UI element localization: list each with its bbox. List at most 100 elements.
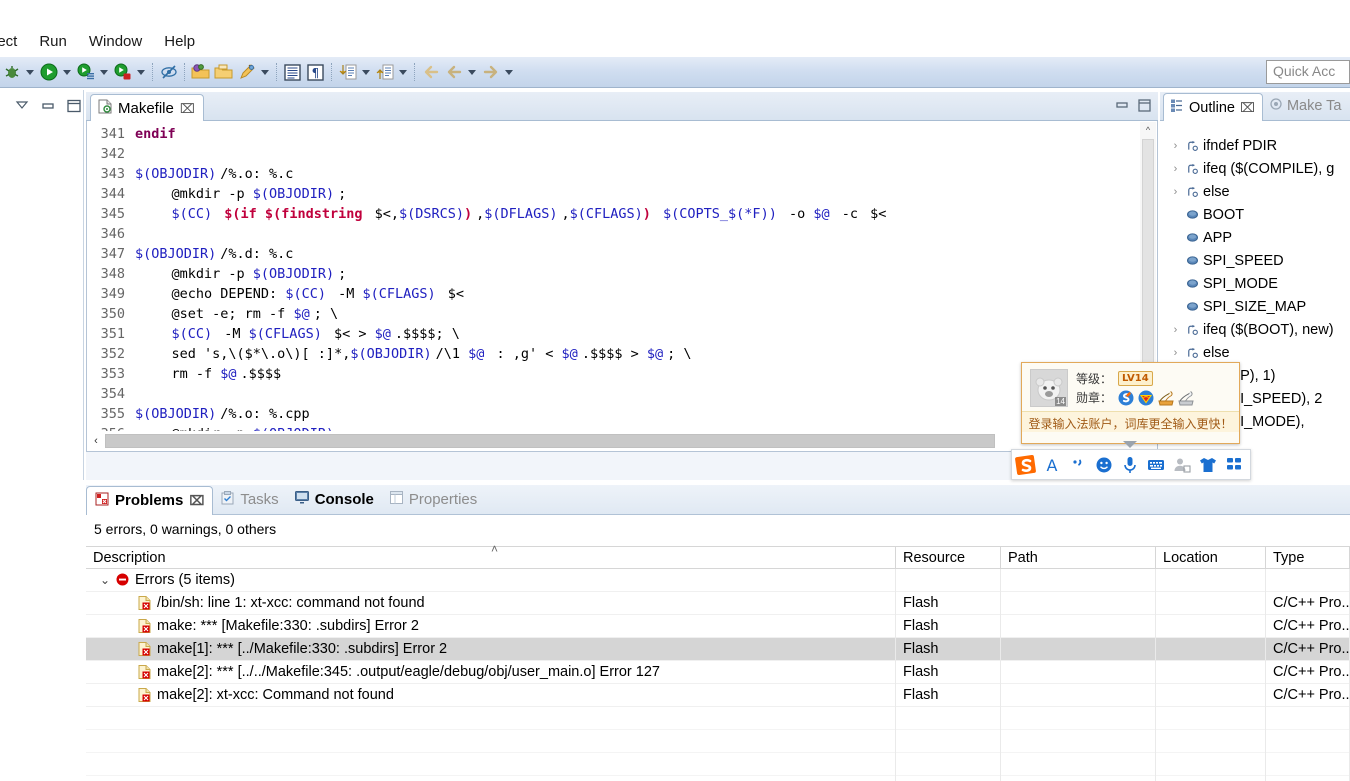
code-text[interactable] bbox=[131, 144, 139, 164]
punctuation-icon[interactable] bbox=[1066, 453, 1090, 477]
editor-horizontal-scrollbar[interactable]: ‹ bbox=[87, 431, 1157, 451]
tab-tasks[interactable]: Tasks bbox=[213, 485, 286, 514]
table-row[interactable]: make[2]: xt-xcc: Command not found Flash C… bbox=[86, 683, 1350, 707]
code-text[interactable]: $(CC) $(if $(findstring $<,$(DSRCS)) ,$(D… bbox=[131, 204, 887, 224]
tab-outline[interactable]: Outline ⌧ bbox=[1163, 93, 1263, 121]
restore-icon[interactable] bbox=[14, 98, 30, 114]
column-header-path[interactable]: Path bbox=[1001, 547, 1156, 568]
code-text[interactable]: @mkdir -p $(OBJODIR); bbox=[131, 264, 347, 284]
code-line[interactable]: 344 @mkdir -p $(OBJODIR); bbox=[87, 184, 1157, 204]
code-line[interactable]: 355 $(OBJODIR)/%.o: %.cpp bbox=[87, 404, 1157, 424]
editor-tab-makefile[interactable]: Makefile ⌧ bbox=[90, 94, 204, 122]
scroll-up-icon[interactable]: ^ bbox=[1140, 122, 1156, 137]
previous-annotation-dropdown-icon[interactable] bbox=[396, 61, 410, 83]
voice-input-icon[interactable] bbox=[1118, 453, 1142, 477]
table-row[interactable]: make[1]: *** [../Makefile:330: .subdirs]… bbox=[86, 637, 1350, 661]
column-header-location[interactable]: Location bbox=[1156, 547, 1266, 568]
minimize-icon[interactable] bbox=[40, 98, 56, 114]
table-row[interactable]: make[2]: *** [../../Makefile:345: .outpu… bbox=[86, 660, 1350, 684]
code-text[interactable]: sed 's,\($*\.o\)[ :]*,$(OBJODIR)/\1 $@ :… bbox=[131, 344, 692, 364]
close-icon[interactable]: ⌧ bbox=[180, 101, 195, 117]
code-line[interactable]: 341 endif bbox=[87, 124, 1157, 144]
code-text[interactable]: @set -e; rm -f $@; \ bbox=[131, 304, 339, 324]
forward-icon[interactable] bbox=[479, 61, 502, 84]
ime-login-hint[interactable]: 登录输入法账户，词库更全输入更快！ bbox=[1022, 411, 1239, 432]
maximize-icon[interactable] bbox=[66, 98, 82, 114]
chevron-right-icon[interactable]: › bbox=[1170, 163, 1181, 175]
column-header-resource[interactable]: Resource bbox=[896, 547, 1001, 568]
debug-icon[interactable] bbox=[74, 61, 97, 84]
close-icon[interactable]: ⌧ bbox=[189, 493, 204, 509]
table-row[interactable]: make: *** [Makefile:330: .subdirs] Error… bbox=[86, 614, 1350, 638]
code-text[interactable]: $(CC) -M $(CFLAGS) $< > $@ .$$$$; \ bbox=[131, 324, 460, 344]
tab-properties[interactable]: Properties bbox=[382, 485, 485, 514]
scroll-left-icon[interactable]: ‹ bbox=[87, 435, 105, 447]
outline-item[interactable]: › else bbox=[1160, 180, 1350, 203]
chinese-english-toggle-icon[interactable]: A bbox=[1040, 453, 1064, 477]
table-row[interactable]: /bin/sh: line 1: xt-xcc: command not fou… bbox=[86, 591, 1350, 615]
code-text[interactable]: $(OBJODIR)/%.o: %.cpp bbox=[131, 404, 310, 424]
editor-minimize-icon[interactable] bbox=[1114, 98, 1129, 112]
code-text[interactable]: $(OBJODIR)/%.d: %.c bbox=[131, 244, 293, 264]
menu-item-window[interactable]: Window bbox=[78, 31, 153, 52]
profile-dropdown-icon[interactable] bbox=[134, 61, 148, 83]
code-line[interactable]: 349 @echo DEPEND: $(CC) -M $(CFLAGS) $< bbox=[87, 284, 1157, 304]
search-pencil-icon[interactable] bbox=[235, 61, 258, 84]
pen-medal-gold-icon[interactable] bbox=[1158, 390, 1174, 406]
outline-item[interactable]: › ifndef PDIR bbox=[1160, 134, 1350, 157]
next-annotation-dropdown-icon[interactable] bbox=[359, 61, 373, 83]
code-line[interactable]: 352 sed 's,\($*\.o\)[ :]*,$(OBJODIR)/\1 … bbox=[87, 344, 1157, 364]
outline-item[interactable]: › ifeq ($(COMPILE), g bbox=[1160, 157, 1350, 180]
open-type-icon[interactable] bbox=[189, 61, 212, 84]
menu-item-run[interactable]: Run bbox=[28, 31, 78, 52]
tab-console[interactable]: Console bbox=[287, 485, 382, 514]
toggle-block-selection-icon[interactable] bbox=[281, 61, 304, 84]
outline-item[interactable]: ›APP bbox=[1160, 226, 1350, 249]
editor-text-area[interactable]: 341 endif 342 343 $(OBJODIR)/%.o: %.c 344 @mk… bbox=[86, 121, 1158, 452]
superman-medal-icon[interactable] bbox=[1138, 390, 1154, 406]
previous-annotation-icon[interactable] bbox=[373, 61, 396, 84]
profile-icon[interactable] bbox=[111, 61, 134, 84]
code-line[interactable]: 354 bbox=[87, 384, 1157, 404]
emoji-icon[interactable] bbox=[1092, 453, 1116, 477]
code-line[interactable]: 348 @mkdir -p $(OBJODIR); bbox=[87, 264, 1157, 284]
chevron-right-icon[interactable]: › bbox=[1170, 186, 1181, 198]
pen-medal-silver-icon[interactable] bbox=[1178, 390, 1194, 406]
build-all-dropdown-icon[interactable] bbox=[23, 61, 37, 83]
menu-item-project[interactable]: ject bbox=[0, 31, 28, 52]
skin-icon[interactable] bbox=[1196, 453, 1220, 477]
code-line[interactable]: 342 bbox=[87, 144, 1157, 164]
table-header-row[interactable]: ˄ Description Resource Path Location Type bbox=[86, 542, 1350, 569]
code-line[interactable]: 351 $(CC) -M $(CFLAGS) $< > $@ .$$$$; \ bbox=[87, 324, 1157, 344]
toolbox-icon[interactable] bbox=[1222, 453, 1246, 477]
back-dropdown-icon[interactable] bbox=[465, 61, 479, 83]
close-icon[interactable]: ⌧ bbox=[1240, 100, 1255, 116]
horizontal-scroll-thumb[interactable] bbox=[105, 434, 995, 448]
code-line[interactable]: 350 @set -e; rm -f $@; \ bbox=[87, 304, 1157, 324]
last-edit-location-icon[interactable] bbox=[419, 61, 442, 84]
code-text[interactable]: endif bbox=[131, 124, 176, 144]
sogou-ime-toolbar[interactable]: A bbox=[1011, 449, 1251, 480]
soft-keyboard-icon[interactable] bbox=[1144, 453, 1168, 477]
code-line[interactable]: 346 bbox=[87, 224, 1157, 244]
chevron-right-icon[interactable]: › bbox=[1170, 324, 1181, 336]
outline-item[interactable]: › else bbox=[1160, 341, 1350, 364]
code-line[interactable]: 347 $(OBJODIR)/%.d: %.c bbox=[87, 244, 1157, 264]
code-text[interactable]: rm -f $@ .$$$$ bbox=[131, 364, 282, 384]
code-line[interactable]: 345 $(CC) $(if $(findstring $<,$(DSRCS))… bbox=[87, 204, 1157, 224]
sogou-ime-account-popup[interactable]: 14 等级： LV14 勋章： 登录输入法账户，词库更全输入更快！ bbox=[1021, 362, 1240, 444]
open-resource-icon[interactable] bbox=[212, 61, 235, 84]
code-text[interactable] bbox=[131, 224, 139, 244]
run-dropdown-icon[interactable] bbox=[60, 61, 74, 83]
chevron-right-icon[interactable]: › bbox=[1170, 140, 1181, 152]
tab-make-target[interactable]: Make Ta bbox=[1263, 92, 1349, 120]
menu-item-help[interactable]: Help bbox=[153, 31, 206, 52]
build-all-icon[interactable] bbox=[0, 61, 23, 84]
code-line[interactable]: 353 rm -f $@ .$$$$ bbox=[87, 364, 1157, 384]
outline-item[interactable]: › ifeq ($(BOOT), new) bbox=[1160, 318, 1350, 341]
code-text[interactable]: $(OBJODIR)/%.o: %.c bbox=[131, 164, 293, 184]
search-dropdown-icon[interactable] bbox=[258, 61, 272, 83]
table-row-category[interactable]: ⌄ Errors (5 items) bbox=[86, 568, 1350, 592]
sogou-logo-icon[interactable] bbox=[1014, 453, 1038, 477]
outline-item[interactable]: ›SPI_SIZE_MAP bbox=[1160, 295, 1350, 318]
